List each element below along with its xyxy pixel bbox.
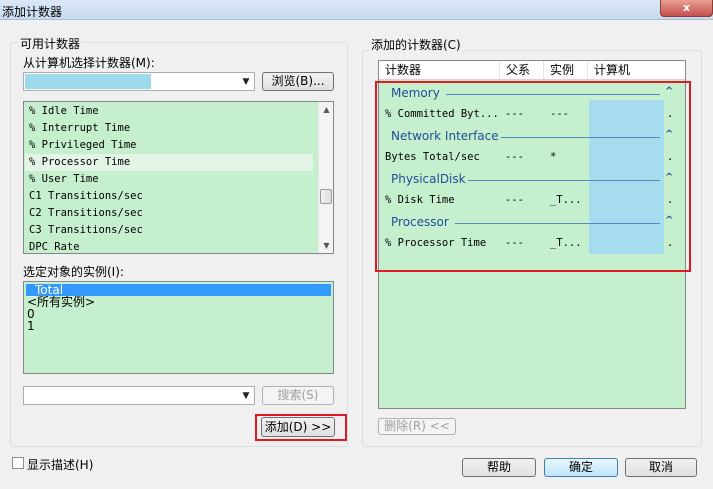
list-item[interactable]: % Idle Time <box>29 103 99 120</box>
chevron-down-icon[interactable]: ▼ <box>238 74 254 90</box>
chevron-down-icon[interactable]: ▼ <box>238 388 254 404</box>
added-list-header: 计数器 父系 实例 计算机 <box>379 61 685 80</box>
instance-list[interactable]: _Total <所有实例> 0 1 <box>23 281 334 374</box>
scroll-down-icon[interactable]: ▼ <box>319 241 333 250</box>
computer-value-highlight <box>25 74 151 89</box>
browse-button[interactable]: 浏览(B)... <box>262 72 334 91</box>
list-item[interactable]: % User Time <box>29 171 99 188</box>
ok-button[interactable]: 确定 <box>544 458 618 477</box>
list-item[interactable]: DPC Rate <box>29 239 80 253</box>
header-parent[interactable]: 父系 <box>500 61 544 79</box>
header-computer[interactable]: 计算机 <box>588 61 685 79</box>
list-item[interactable]: C1 Transitions/sec <box>29 188 143 205</box>
added-counters-label: 添加的计数器(C) <box>369 36 463 53</box>
search-combo[interactable]: ▼ <box>23 386 255 405</box>
search-button[interactable]: 搜索(S) <box>262 386 334 405</box>
computer-select-label: 从计算机选择计数器(M): <box>23 56 155 70</box>
close-button[interactable]: x <box>660 0 713 17</box>
counter-list-scrollbar[interactable]: ▲ ▼ <box>318 102 333 253</box>
list-item[interactable]: % Privileged Time <box>29 137 136 154</box>
show-description-checkbox[interactable] <box>12 457 24 469</box>
list-item[interactable]: C3 Transitions/sec <box>29 222 143 239</box>
list-item[interactable]: % Interrupt Time <box>29 120 130 137</box>
delete-button[interactable]: 删除(R) << <box>378 418 456 435</box>
counter-list[interactable]: % Idle Time % Interrupt Time % Privilege… <box>23 101 334 254</box>
title-bar <box>0 0 713 20</box>
instance-item[interactable]: <所有实例> <box>27 296 95 308</box>
instances-label: 选定对象的实例(I): <box>23 265 124 279</box>
header-counter[interactable]: 计数器 <box>379 61 500 79</box>
show-description-label[interactable]: 显示描述(H) <box>27 456 93 473</box>
list-item[interactable]: C2 Transitions/sec <box>29 205 143 222</box>
instance-item[interactable]: 1 <box>27 320 35 332</box>
added-counters-highlight <box>375 81 691 272</box>
list-item-selected[interactable]: % Processor Time <box>25 154 313 171</box>
add-button[interactable]: 添加(D) >> <box>261 417 335 437</box>
help-button[interactable]: 帮助 <box>462 458 536 477</box>
computer-combo[interactable]: ▼ <box>23 72 255 91</box>
header-instance[interactable]: 实例 <box>544 61 588 79</box>
scroll-thumb[interactable] <box>320 189 332 204</box>
available-counters-label: 可用计数器 <box>18 35 83 52</box>
scroll-up-icon[interactable]: ▲ <box>319 105 333 114</box>
window-title: 添加计数器 <box>2 5 63 19</box>
cancel-button[interactable]: 取消 <box>625 458 697 477</box>
